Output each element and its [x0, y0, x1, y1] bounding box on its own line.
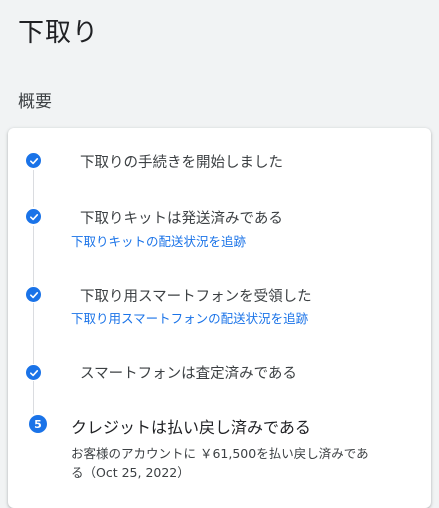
page-title: 下取り: [18, 18, 100, 48]
track-kit-link[interactable]: 下取りキットの配送状況を追跡: [71, 231, 246, 250]
step-label-phone-appraised: スマートフォンは査定済みである: [80, 366, 297, 382]
refund-description: お客様のアカウントに ￥61,500を払い戻し済みである（Oct 25, 202…: [71, 446, 369, 480]
step-label-trade-in-started: 下取りの手続きを開始しました: [80, 155, 283, 171]
step-number-badge: 5: [29, 415, 47, 433]
step-label-kit-shipped: 下取りキットは発送済みである: [80, 211, 283, 227]
timeline-connector: [33, 170, 34, 207]
step-label-credit-refunded: クレジットは払い戻し済みである: [71, 418, 311, 437]
section-title: 概要: [18, 92, 52, 112]
timeline-connector: [33, 303, 34, 364]
check-icon: [26, 209, 41, 224]
check-icon: [26, 287, 41, 302]
timeline-connector: [33, 381, 34, 414]
track-phone-link[interactable]: 下取り用スマートフォンの配送状況を追跡: [71, 308, 308, 327]
step-label-phone-received: 下取り用スマートフォンを受領した: [80, 289, 312, 305]
check-icon: [26, 365, 41, 380]
timeline-connector: [33, 226, 34, 286]
check-icon: [26, 153, 41, 168]
